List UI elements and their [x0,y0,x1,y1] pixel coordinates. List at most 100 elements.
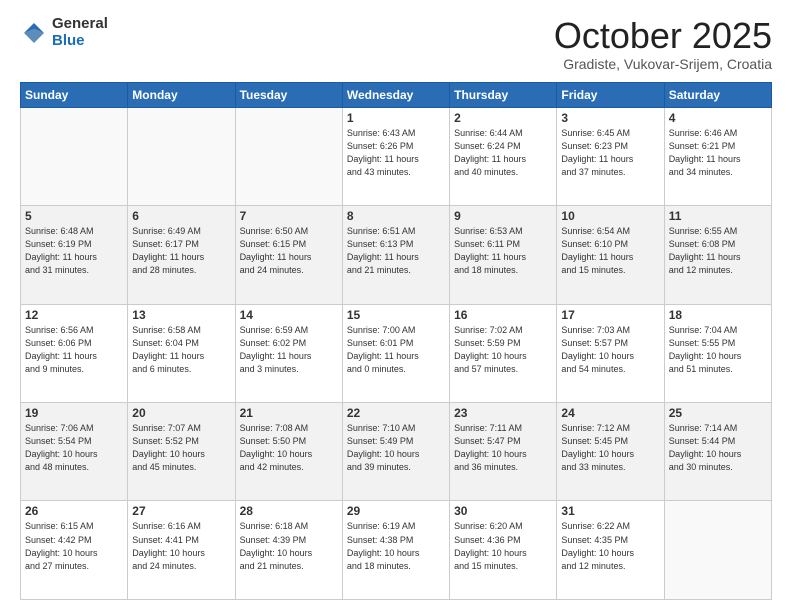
day-number: 30 [454,504,552,518]
calendar-cell: 15Sunrise: 7:00 AM Sunset: 6:01 PM Dayli… [342,304,449,402]
calendar-cell: 2 Sunrise: 6:44 AM Sunset: 6:24 PM Daylig… [450,107,557,205]
day-info: Sunrise: 6:22 AM Sunset: 4:35 PM Dayligh… [561,520,659,572]
calendar-week-row: 26Sunrise: 6:15 AM Sunset: 4:42 PM Dayli… [21,501,772,600]
calendar-cell: 10 Sunrise: 6:54 AM Sunset: 6:10 PM Dayli… [557,206,664,304]
day-info: Sunrise: 7:03 AM Sunset: 5:57 PM Dayligh… [561,324,659,376]
calendar-cell: 21Sunrise: 7:08 AM Sunset: 5:50 PM Dayli… [235,403,342,501]
day-info: Sunrise: 6:54 AM Sunset: 6:10 PM Dayligh… [561,225,659,277]
weekday-header-row: SundayMondayTuesdayWednesdayThursdayFrid… [21,82,772,107]
day-info: Sunrise: 6:45 AM Sunset: 6:23 PM Dayligh… [561,127,659,179]
day-number: 3 [561,111,659,125]
day-info: Sunrise: 6:59 AM Sunset: 6:02 PM Dayligh… [240,324,338,376]
day-number: 6 [132,209,230,223]
day-info: Sunrise: 6:53 AM Sunset: 6:11 PM Dayligh… [454,225,552,277]
day-number: 9 [454,209,552,223]
calendar-cell: 13 Sunrise: 6:58 AM Sunset: 6:04 PM Dayli… [128,304,235,402]
day-info: Sunrise: 6:20 AM Sunset: 4:36 PM Dayligh… [454,520,552,572]
calendar-cell: 18 Sunrise: 7:04 AM Sunset: 5:55 PM Dayli… [664,304,771,402]
calendar-cell: 4 Sunrise: 6:46 AM Sunset: 6:21 PM Daylig… [664,107,771,205]
page: General Blue October 2025 Gradiste, Vuko… [0,0,792,612]
month-title: October 2025 [554,16,772,56]
day-info: Sunrise: 6:18 AM Sunset: 4:39 PM Dayligh… [240,520,338,572]
calendar-cell [128,107,235,205]
calendar-cell: 1 Sunrise: 6:43 AM Sunset: 6:26 PM Daylig… [342,107,449,205]
day-info: Sunrise: 6:48 AM Sunset: 6:19 PM Dayligh… [25,225,123,277]
day-info: Sunrise: 6:58 AM Sunset: 6:04 PM Dayligh… [132,324,230,376]
title-block: October 2025 Gradiste, Vukovar-Srijem, C… [554,16,772,72]
day-number: 12 [25,308,123,322]
day-number: 5 [25,209,123,223]
weekday-header-friday: Friday [557,82,664,107]
calendar-cell: 25Sunrise: 7:14 AM Sunset: 5:44 PM Dayli… [664,403,771,501]
calendar-cell: 22 Sunrise: 7:10 AM Sunset: 5:49 PM Dayli… [342,403,449,501]
day-number: 31 [561,504,659,518]
day-number: 29 [347,504,445,518]
day-info: Sunrise: 7:08 AM Sunset: 5:50 PM Dayligh… [240,422,338,474]
day-info: Sunrise: 6:50 AM Sunset: 6:15 PM Dayligh… [240,225,338,277]
day-number: 28 [240,504,338,518]
logo: General Blue [20,16,108,49]
calendar-cell: 23 Sunrise: 7:11 AM Sunset: 5:47 PM Dayli… [450,403,557,501]
day-info: Sunrise: 6:19 AM Sunset: 4:38 PM Dayligh… [347,520,445,572]
day-info: Sunrise: 6:43 AM Sunset: 6:26 PM Dayligh… [347,127,445,179]
day-info: Sunrise: 7:10 AM Sunset: 5:49 PM Dayligh… [347,422,445,474]
day-info: Sunrise: 6:55 AM Sunset: 6:08 PM Dayligh… [669,225,767,277]
calendar-cell: 12 Sunrise: 6:56 AM Sunset: 6:06 PM Dayli… [21,304,128,402]
calendar-cell: 11Sunrise: 6:55 AM Sunset: 6:08 PM Dayli… [664,206,771,304]
calendar-week-row: 19Sunrise: 7:06 AM Sunset: 5:54 PM Dayli… [21,403,772,501]
day-number: 2 [454,111,552,125]
calendar-cell [21,107,128,205]
day-number: 24 [561,406,659,420]
calendar-cell: 14 Sunrise: 6:59 AM Sunset: 6:02 PM Dayli… [235,304,342,402]
day-number: 27 [132,504,230,518]
day-number: 25 [669,406,767,420]
calendar-cell: 24Sunrise: 7:12 AM Sunset: 5:45 PM Dayli… [557,403,664,501]
day-info: Sunrise: 6:56 AM Sunset: 6:06 PM Dayligh… [25,324,123,376]
weekday-header-saturday: Saturday [664,82,771,107]
day-number: 1 [347,111,445,125]
day-number: 7 [240,209,338,223]
day-info: Sunrise: 7:11 AM Sunset: 5:47 PM Dayligh… [454,422,552,474]
day-info: Sunrise: 6:46 AM Sunset: 6:21 PM Dayligh… [669,127,767,179]
calendar-cell: 6 Sunrise: 6:49 AM Sunset: 6:17 PM Daylig… [128,206,235,304]
day-info: Sunrise: 6:51 AM Sunset: 6:13 PM Dayligh… [347,225,445,277]
calendar-table: SundayMondayTuesdayWednesdayThursdayFrid… [20,82,772,600]
header: General Blue October 2025 Gradiste, Vuko… [20,16,772,72]
day-number: 22 [347,406,445,420]
calendar-cell: 3 Sunrise: 6:45 AM Sunset: 6:23 PM Daylig… [557,107,664,205]
day-number: 16 [454,308,552,322]
calendar-cell: 7 Sunrise: 6:50 AM Sunset: 6:15 PM Daylig… [235,206,342,304]
day-number: 20 [132,406,230,420]
calendar-cell: 29 Sunrise: 6:19 AM Sunset: 4:38 PM Dayli… [342,501,449,600]
calendar-cell: 9 Sunrise: 6:53 AM Sunset: 6:11 PM Daylig… [450,206,557,304]
day-number: 26 [25,504,123,518]
day-number: 18 [669,308,767,322]
calendar-cell: 5 Sunrise: 6:48 AM Sunset: 6:19 PM Daylig… [21,206,128,304]
weekday-header-tuesday: Tuesday [235,82,342,107]
day-info: Sunrise: 6:44 AM Sunset: 6:24 PM Dayligh… [454,127,552,179]
calendar-week-row: 1 Sunrise: 6:43 AM Sunset: 6:26 PM Daylig… [21,107,772,205]
day-number: 13 [132,308,230,322]
day-number: 23 [454,406,552,420]
location-subtitle: Gradiste, Vukovar-Srijem, Croatia [554,56,772,72]
day-info: Sunrise: 7:04 AM Sunset: 5:55 PM Dayligh… [669,324,767,376]
calendar-cell: 19Sunrise: 7:06 AM Sunset: 5:54 PM Dayli… [21,403,128,501]
calendar-cell [235,107,342,205]
day-number: 19 [25,406,123,420]
day-info: Sunrise: 7:02 AM Sunset: 5:59 PM Dayligh… [454,324,552,376]
calendar-week-row: 5 Sunrise: 6:48 AM Sunset: 6:19 PM Daylig… [21,206,772,304]
calendar-cell [664,501,771,600]
logo-text: General Blue [52,16,108,49]
day-number: 14 [240,308,338,322]
calendar-cell: 16 Sunrise: 7:02 AM Sunset: 5:59 PM Dayli… [450,304,557,402]
day-number: 4 [669,111,767,125]
day-number: 10 [561,209,659,223]
calendar-cell: 27Sunrise: 6:16 AM Sunset: 4:41 PM Dayli… [128,501,235,600]
day-number: 8 [347,209,445,223]
weekday-header-wednesday: Wednesday [342,82,449,107]
calendar-cell: 20 Sunrise: 7:07 AM Sunset: 5:52 PM Dayli… [128,403,235,501]
day-info: Sunrise: 7:07 AM Sunset: 5:52 PM Dayligh… [132,422,230,474]
calendar-cell: 31 Sunrise: 6:22 AM Sunset: 4:35 PM Dayli… [557,501,664,600]
calendar-week-row: 12 Sunrise: 6:56 AM Sunset: 6:06 PM Dayli… [21,304,772,402]
day-info: Sunrise: 6:49 AM Sunset: 6:17 PM Dayligh… [132,225,230,277]
